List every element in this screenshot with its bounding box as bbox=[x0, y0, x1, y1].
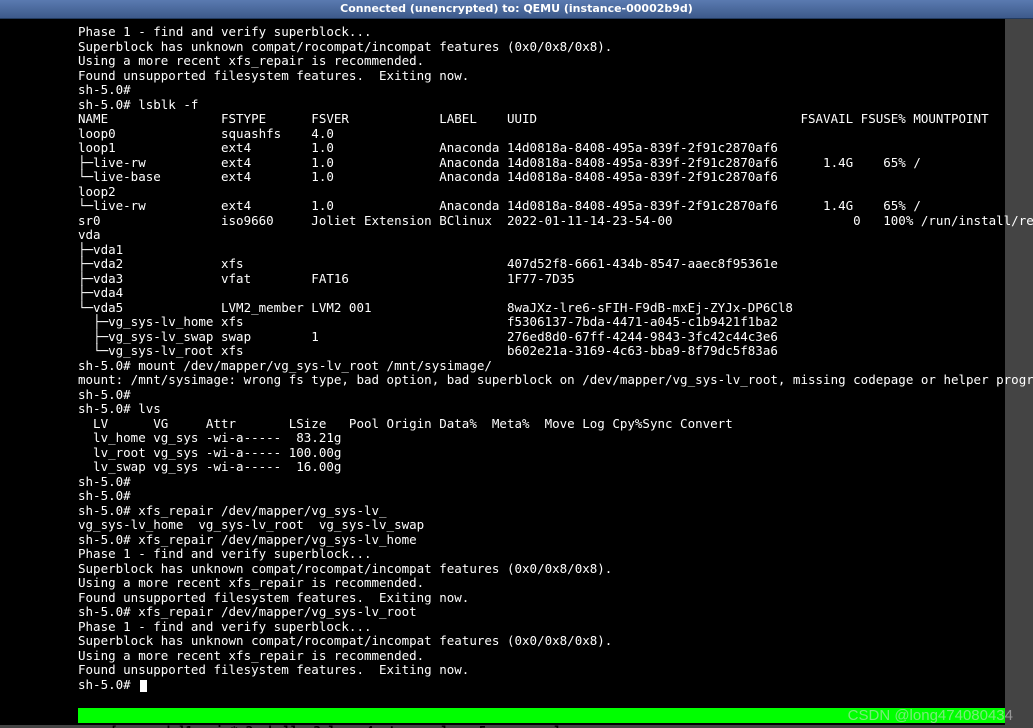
terminal-line: Found unsupported filesystem features. E… bbox=[0, 591, 1005, 606]
terminal-line: vda bbox=[0, 228, 1005, 243]
terminal-line: Found unsupported filesystem features. E… bbox=[0, 663, 1005, 678]
terminal-output[interactable]: Phase 1 - find and verify superblock...S… bbox=[0, 19, 1005, 692]
terminal-line: sh-5.0# xfs_repair /dev/mapper/vg_sys-lv… bbox=[0, 533, 1005, 548]
terminal-line: sh-5.0# bbox=[0, 475, 1005, 490]
terminal-line: sr0 iso9660 Joliet Extension BClinux 202… bbox=[0, 214, 1005, 229]
terminal-line: ├─vda2 xfs 407d52f8-6661-434b-8547-aaec8… bbox=[0, 257, 1005, 272]
terminal-line: lv_root vg_sys -wi-a----- 100.00g bbox=[0, 446, 1005, 461]
terminal-line: └─vda5 LVM2_member LVM2 001 8waJXz-lre6-… bbox=[0, 301, 1005, 316]
terminal-line: loop2 bbox=[0, 185, 1005, 200]
terminal-line: Phase 1 - find and verify superblock... bbox=[0, 25, 1005, 40]
terminal-line: ├─vda3 vfat FAT16 1F77-7D35 bbox=[0, 272, 1005, 287]
terminal-line: LV VG Attr LSize Pool Origin Data% Meta%… bbox=[0, 417, 1005, 432]
terminal-line: ├─vg_sys-lv_swap swap 1 276ed8d0-67ff-42… bbox=[0, 330, 1005, 345]
tmux-status-bar[interactable]: [anaconda]1:main* 2:shell 3:log 4:storag… bbox=[78, 708, 1005, 723]
terminal-line: sh-5.0# lsblk -f bbox=[0, 98, 1005, 113]
terminal-line: sh-5.0# bbox=[0, 489, 1005, 504]
vnc-titlebar: Connected (unencrypted) to: QEMU (instan… bbox=[0, 0, 1033, 19]
terminal-line: ├─vg_sys-lv_home xfs f5306137-7bda-4471-… bbox=[0, 315, 1005, 330]
terminal-line: Phase 1 - find and verify superblock... bbox=[0, 620, 1005, 635]
terminal-line: sh-5.0# xfs_repair /dev/mapper/vg_sys-lv… bbox=[0, 504, 1005, 519]
terminal-line: sh-5.0# bbox=[0, 83, 1005, 98]
terminal-line: mount: /mnt/sysimage: wrong fs type, bad… bbox=[0, 373, 1005, 388]
terminal-line: sh-5.0# bbox=[0, 678, 1005, 693]
terminal-line: ├─vda4 bbox=[0, 286, 1005, 301]
terminal-line: └─live-base ext4 1.0 Anaconda 14d0818a-8… bbox=[0, 170, 1005, 185]
terminal-line: sh-5.0# mount /dev/mapper/vg_sys-lv_root… bbox=[0, 359, 1005, 374]
terminal-line: NAME FSTYPE FSVER LABEL UUID FSAVAIL FSU… bbox=[0, 112, 1005, 127]
terminal-line: sh-5.0# xfs_repair /dev/mapper/vg_sys-lv… bbox=[0, 605, 1005, 620]
terminal-line: Superblock has unknown compat/rocompat/i… bbox=[0, 562, 1005, 577]
terminal-line: Using a more recent xfs_repair is recomm… bbox=[0, 576, 1005, 591]
cursor bbox=[140, 680, 147, 692]
terminal-window[interactable]: Phase 1 - find and verify superblock...S… bbox=[0, 19, 1005, 725]
terminal-line: loop1 ext4 1.0 Anaconda 14d0818a-8408-49… bbox=[0, 141, 1005, 156]
terminal-line: lv_swap vg_sys -wi-a----- 16.00g bbox=[0, 460, 1005, 475]
terminal-line: vg_sys-lv_home vg_sys-lv_root vg_sys-lv_… bbox=[0, 518, 1005, 533]
terminal-line: sh-5.0# lvs bbox=[0, 402, 1005, 417]
terminal-line: Found unsupported filesystem features. E… bbox=[0, 69, 1005, 84]
terminal-line: ├─vda1 bbox=[0, 243, 1005, 258]
terminal-line: Superblock has unknown compat/rocompat/i… bbox=[0, 634, 1005, 649]
terminal-line: └─live-rw ext4 1.0 Anaconda 14d0818a-840… bbox=[0, 199, 1005, 214]
terminal-line: Using a more recent xfs_repair is recomm… bbox=[0, 649, 1005, 664]
terminal-line: Using a more recent xfs_repair is recomm… bbox=[0, 54, 1005, 69]
terminal-line: lv_home vg_sys -wi-a----- 83.21g bbox=[0, 431, 1005, 446]
terminal-line: ├─live-rw ext4 1.0 Anaconda 14d0818a-840… bbox=[0, 156, 1005, 171]
terminal-line: Superblock has unknown compat/rocompat/i… bbox=[0, 40, 1005, 55]
tmux-status-text: [anaconda]1:main* 2:shell 3:log 4:storag… bbox=[110, 723, 577, 728]
terminal-line: Phase 1 - find and verify superblock... bbox=[0, 547, 1005, 562]
terminal-line: └─vg_sys-lv_root xfs b602e21a-3169-4c63-… bbox=[0, 344, 1005, 359]
terminal-line: sh-5.0# bbox=[0, 388, 1005, 403]
terminal-line: loop0 squashfs 4.0 bbox=[0, 127, 1005, 142]
vnc-title-text: Connected (unencrypted) to: QEMU (instan… bbox=[340, 2, 693, 15]
